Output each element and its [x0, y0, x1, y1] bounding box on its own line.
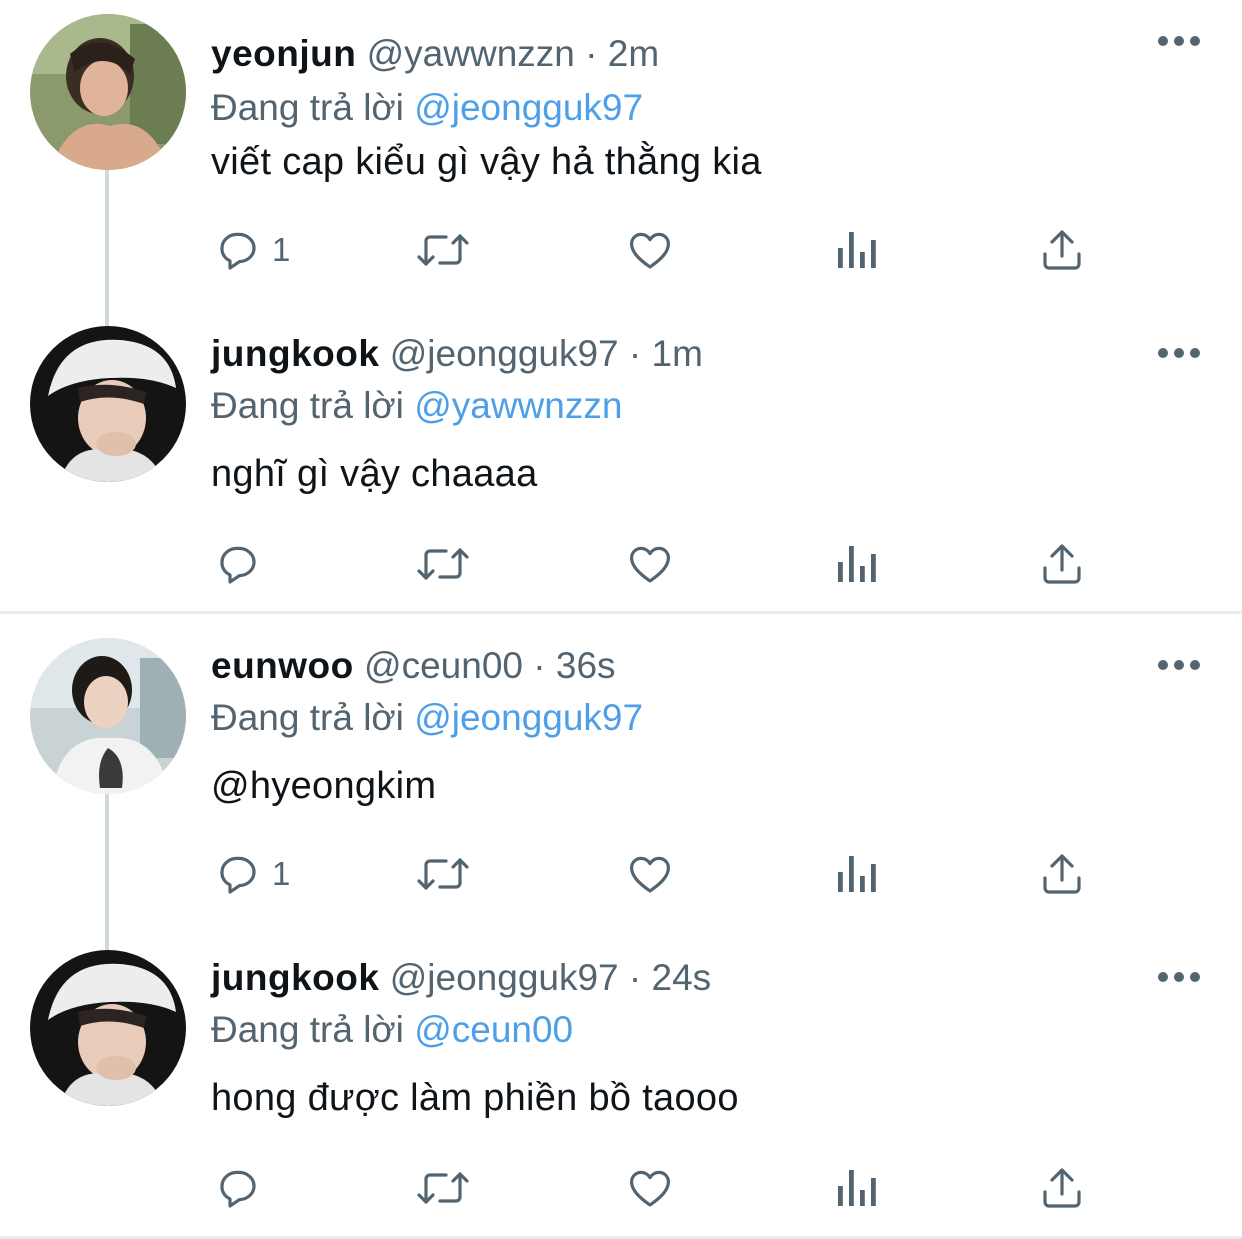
analytics-button[interactable] — [834, 534, 878, 594]
reply-icon — [220, 856, 256, 894]
tweet-header: jungkook @jeongguk97 · 1m — [211, 326, 703, 382]
share-button[interactable] — [1038, 844, 1086, 904]
analytics-icon — [838, 856, 876, 892]
separator-dot: · — [585, 33, 598, 74]
more-icon[interactable] — [1158, 36, 1200, 48]
share-button[interactable] — [1038, 220, 1086, 280]
user-handle[interactable]: @jeongguk97 — [390, 957, 619, 998]
tweet-text: nghĩ gì vậy chaaaa — [211, 453, 538, 495]
share-icon — [1043, 230, 1081, 270]
display-name[interactable]: yeonjun — [211, 33, 356, 74]
reply-count: 1 — [272, 855, 291, 892]
more-icon[interactable] — [1158, 660, 1200, 672]
replying-to-link[interactable]: @ceun00 — [414, 1009, 573, 1050]
share-button[interactable] — [1038, 534, 1086, 594]
tweet[interactable]: eunwoo @ceun00 · 36s Đang trả lời @jeong… — [0, 638, 1242, 950]
share-icon — [1043, 1168, 1081, 1208]
retweet-icon — [417, 858, 469, 890]
retweet-button[interactable] — [416, 844, 470, 904]
tweet-actions — [0, 534, 1242, 594]
display-name[interactable]: jungkook — [211, 333, 379, 374]
avatar[interactable] — [30, 326, 186, 482]
reply-button[interactable] — [214, 1158, 272, 1218]
reply-icon — [220, 232, 256, 270]
analytics-button[interactable] — [834, 844, 878, 904]
heart-icon — [630, 232, 670, 269]
retweet-icon — [417, 234, 469, 266]
tweet-header: jungkook @jeongguk97 · 24s — [211, 950, 711, 1006]
reply-icon — [220, 1170, 256, 1208]
display-name[interactable]: eunwoo — [211, 645, 354, 686]
retweet-button[interactable] — [416, 1158, 470, 1218]
separator-dot: · — [628, 957, 642, 998]
replying-to-link[interactable]: @jeongguk97 — [414, 87, 643, 128]
retweet-icon — [417, 1172, 469, 1204]
like-button[interactable] — [626, 1158, 674, 1218]
more-icon[interactable] — [1158, 348, 1200, 360]
like-button[interactable] — [626, 534, 674, 594]
separator-dot: · — [628, 333, 642, 374]
tweet-actions: 1 — [0, 220, 1242, 280]
user-handle[interactable]: @jeongguk97 — [390, 333, 619, 374]
share-icon — [1043, 544, 1081, 584]
analytics-icon — [838, 1170, 876, 1206]
timestamp[interactable]: 24s — [652, 957, 712, 998]
replying-label: Đang trả lời — [211, 1009, 404, 1050]
analytics-button[interactable] — [834, 220, 878, 280]
like-button[interactable] — [626, 220, 674, 280]
timestamp[interactable]: 2m — [608, 33, 659, 74]
replying-label: Đang trả lời — [211, 385, 404, 426]
share-button[interactable] — [1038, 1158, 1086, 1218]
heart-icon — [630, 1170, 670, 1207]
replying-to-link[interactable]: @jeongguk97 — [414, 697, 643, 738]
reply-icon — [220, 546, 256, 584]
avatar[interactable] — [30, 638, 186, 794]
replying-label: Đang trả lời — [211, 87, 404, 128]
reply-button[interactable]: 1 — [214, 844, 290, 904]
timestamp[interactable]: 1m — [652, 333, 703, 374]
like-button[interactable] — [626, 844, 674, 904]
replying-to: Đang trả lời @jeongguk97 — [211, 690, 643, 746]
replying-to: Đang trả lời @ceun00 — [211, 1002, 573, 1058]
reply-count: 1 — [272, 231, 291, 268]
tweet-actions — [0, 1158, 1242, 1218]
tweet[interactable]: yeonjun @yawwnzzn · 2m Đang trả lời @jeo… — [0, 14, 1242, 326]
tweet-header: eunwoo @ceun00 · 36s — [211, 638, 616, 694]
separator-dot: · — [533, 645, 546, 686]
tweet-header: yeonjun @yawwnzzn · 2m — [211, 26, 659, 82]
heart-icon — [630, 856, 670, 893]
avatar[interactable] — [30, 14, 186, 170]
retweet-icon — [417, 548, 469, 580]
timestamp[interactable]: 36s — [556, 645, 616, 686]
thread-conversation-1: yeonjun @yawwnzzn · 2m Đang trả lời @jeo… — [0, 0, 1242, 612]
analytics-button[interactable] — [834, 1158, 878, 1218]
tweet-text: hong được làm phiền bồ taooo — [211, 1077, 739, 1119]
share-icon — [1043, 854, 1081, 894]
tweet-text: viết cap kiểu gì vậy hả thằng kia — [211, 141, 762, 183]
retweet-button[interactable] — [416, 220, 470, 280]
analytics-icon — [838, 546, 876, 582]
retweet-button[interactable] — [416, 534, 470, 594]
replying-label: Đang trả lời — [211, 697, 404, 738]
mention-link[interactable]: @hyeongkim — [211, 756, 436, 816]
tweet[interactable]: jungkook @jeongguk97 · 1m Đang trả lời @… — [0, 326, 1242, 638]
analytics-icon — [838, 232, 876, 268]
tweet[interactable]: jungkook @jeongguk97 · 24s Đang trả lời … — [0, 950, 1242, 1239]
replying-to-link[interactable]: @yawwnzzn — [414, 385, 622, 426]
heart-icon — [630, 546, 670, 583]
replying-to: Đang trả lời @jeongguk97 — [211, 80, 643, 136]
avatar[interactable] — [30, 950, 186, 1106]
user-handle[interactable]: @yawwnzzn — [367, 33, 575, 74]
reply-button[interactable]: 1 — [214, 220, 290, 280]
reply-button[interactable] — [214, 534, 272, 594]
display-name[interactable]: jungkook — [211, 957, 379, 998]
replying-to: Đang trả lời @yawwnzzn — [211, 378, 622, 434]
tweet-actions: 1 — [0, 844, 1242, 904]
thread-conversation-2: eunwoo @ceun00 · 36s Đang trả lời @jeong… — [0, 614, 1242, 1238]
user-handle[interactable]: @ceun00 — [364, 645, 523, 686]
more-icon[interactable] — [1158, 972, 1200, 984]
